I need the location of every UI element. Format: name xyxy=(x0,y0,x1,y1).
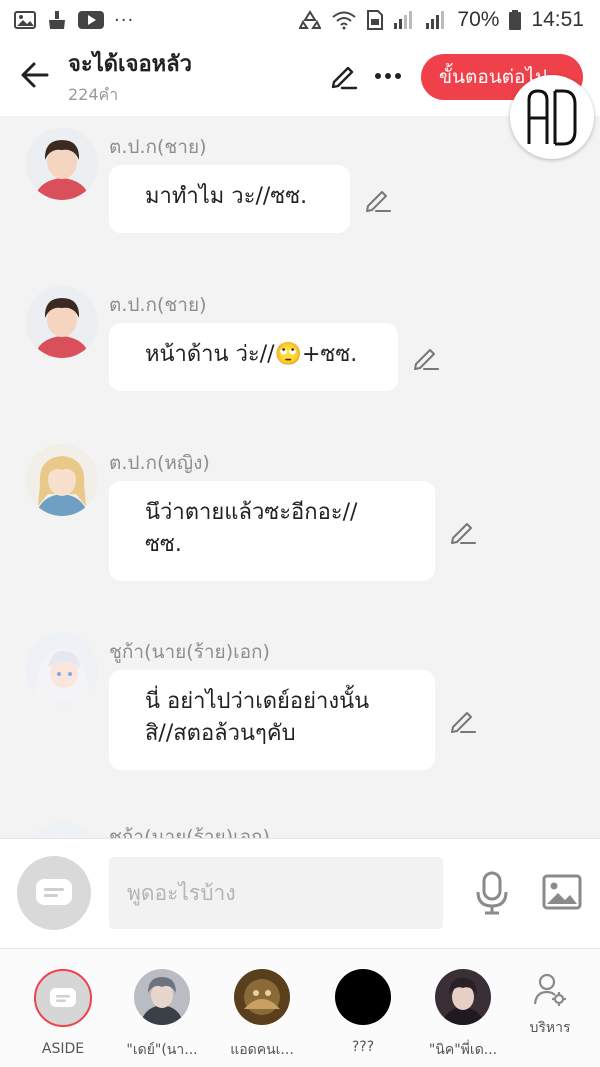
character-item[interactable]: "เดย์"(นา... xyxy=(112,969,212,1061)
battery-percent: 70% xyxy=(457,8,500,31)
character-portrait-icon xyxy=(26,633,98,705)
character-label: "นิค"พี่เด... xyxy=(428,1042,498,1058)
pencil-icon xyxy=(451,523,476,544)
chat-mode-button[interactable] xyxy=(17,856,91,930)
character-portrait-icon xyxy=(26,822,98,838)
character-item[interactable]: "นิค"พี่เด... xyxy=(413,969,513,1061)
more-dots-icon xyxy=(375,73,401,79)
more-notifications-icon: ··· xyxy=(114,9,135,31)
edit-message-button[interactable] xyxy=(364,186,392,214)
aside-avatar xyxy=(34,969,92,1027)
message-input[interactable] xyxy=(109,857,443,929)
sender-name: ชูก้า(นาย(ร้าย)เอก) xyxy=(109,641,270,663)
character-label: ASIDE xyxy=(41,1041,85,1057)
chat-area[interactable]: ต.ป.ก(ชาย) มาทำไม วะ//ซซ. ต.ป.ก(ชาย) หน้… xyxy=(0,116,600,838)
sender-name: ต.ป.ก(ชาย) xyxy=(109,136,207,158)
character-portrait-icon xyxy=(134,969,190,1025)
chat-bubble-icon xyxy=(50,988,76,1007)
insert-image-button[interactable] xyxy=(540,871,584,913)
battery-icon xyxy=(509,10,522,30)
status-bar-left: ··· xyxy=(14,10,134,31)
arrow-left-icon xyxy=(21,62,49,88)
wifi-icon xyxy=(331,10,357,30)
message-text-line: นี่ อย่าไปว่าเดย์อย่างนั้น xyxy=(145,689,370,714)
message-bubble[interactable]: หน้าด้าน ว่ะ//🙄+ซซ. xyxy=(109,323,398,391)
message-bubble[interactable]: นี่ อย่าไปว่าเดย์อย่างนั้น สิ//สตอล้วนๆค… xyxy=(109,670,435,770)
edit-message-button[interactable] xyxy=(449,518,477,546)
image-icon xyxy=(542,874,582,910)
ad-logo-icon xyxy=(527,89,577,146)
more-options-button[interactable] xyxy=(372,60,404,92)
avatar[interactable] xyxy=(26,822,98,838)
chat-bubble-icon xyxy=(36,879,72,905)
avatar xyxy=(234,969,290,1025)
manage-characters-button[interactable]: บริหาร xyxy=(520,971,580,1039)
back-button[interactable] xyxy=(18,58,52,92)
sender-name: ต.ป.ก(หญิง) xyxy=(109,452,210,474)
avatar[interactable] xyxy=(26,633,98,705)
edit-message-button[interactable] xyxy=(412,344,440,372)
status-bar-right: 70% 14:51 xyxy=(299,8,584,32)
edit-title-button[interactable] xyxy=(328,60,360,92)
edit-message-button[interactable] xyxy=(449,707,477,735)
title-block: จะได้เจอหลัว 224คำ xyxy=(68,50,192,106)
character-label: "เดย์"(นา... xyxy=(126,1042,198,1058)
youtube-notification-icon xyxy=(78,11,104,29)
pencil-icon xyxy=(451,712,476,733)
character-portrait-icon xyxy=(435,969,491,1025)
pencil-icon xyxy=(414,349,439,370)
avatar xyxy=(335,969,391,1025)
character-bar: ASIDE "เดย์"(นา... แอดคนเ... ??? "นิค"พี… xyxy=(0,948,600,1067)
signal-1-icon xyxy=(393,11,415,29)
message-text-line: หน้าด้าน ว่ะ//🙄+ซซ. xyxy=(145,342,358,367)
message-text-line: สิ//สตอล้วนๆคับ xyxy=(145,721,296,746)
ad-logo-badge[interactable] xyxy=(510,75,594,159)
sim-card-icon xyxy=(367,10,384,30)
message-text-line: ซซ. xyxy=(145,532,182,557)
character-label: แอดคนเ... xyxy=(230,1042,294,1058)
avatar[interactable] xyxy=(26,128,98,200)
header: จะได้เจอหลัว 224คำ ขั้นตอนต่อไป xyxy=(0,40,600,116)
signal-2-icon xyxy=(425,11,447,29)
character-aside[interactable]: ASIDE xyxy=(13,969,113,1057)
character-label: ??? xyxy=(351,1039,375,1055)
pencil-icon xyxy=(331,66,358,90)
avatar xyxy=(435,969,491,1025)
voice-input-button[interactable] xyxy=(472,869,512,917)
sender-name: ต.ป.ก(ชาย) xyxy=(109,294,207,316)
character-portrait-icon xyxy=(26,128,98,200)
pencil-icon xyxy=(366,191,391,212)
broom-notification-icon xyxy=(46,10,68,30)
microphone-icon xyxy=(476,871,508,915)
recycle-icon xyxy=(299,10,322,30)
character-portrait-icon xyxy=(234,969,290,1025)
status-bar: ··· 70% 14:51 xyxy=(0,0,600,40)
character-portrait-icon xyxy=(26,444,98,516)
manage-label: บริหาร xyxy=(529,1020,571,1036)
avatar[interactable] xyxy=(26,444,98,516)
character-item[interactable]: ??? xyxy=(313,969,413,1055)
avatar xyxy=(134,969,190,1025)
message-bubble[interactable]: นึว่าตายแล้วซะอีกอะ// ซซ. xyxy=(109,481,435,581)
word-count: 224คำ xyxy=(68,85,119,104)
message-text-line: นึว่าตายแล้วซะอีกอะ// xyxy=(145,500,358,525)
message-text-line: มาทำไม วะ//ซซ. xyxy=(145,184,308,209)
message-bubble[interactable]: มาทำไม วะ//ซซ. xyxy=(109,165,350,233)
user-settings-icon xyxy=(533,973,566,1006)
clock: 14:51 xyxy=(531,8,584,31)
character-portrait-icon xyxy=(26,286,98,358)
input-bar xyxy=(0,838,600,948)
sender-name: ชูก้า(นาย(ร้าย)เอก) xyxy=(109,826,270,838)
page-title: จะได้เจอหลัว xyxy=(68,52,193,77)
character-item[interactable]: แอดคนเ... xyxy=(212,969,312,1061)
avatar[interactable] xyxy=(26,286,98,358)
gallery-notification-icon xyxy=(14,10,36,30)
